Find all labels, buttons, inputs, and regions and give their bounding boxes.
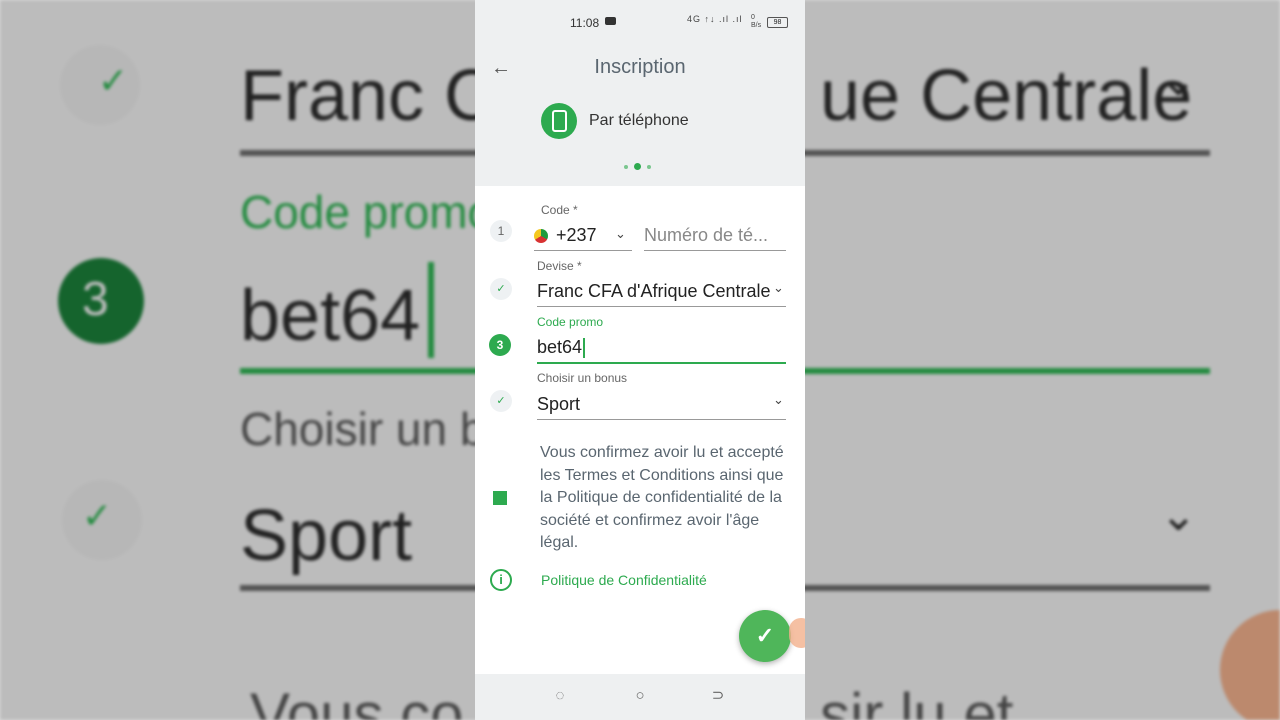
recent-apps-icon[interactable]: ◌ — [551, 687, 569, 705]
phone-screen: 11:08 4G ↑↓ .ıl .ıl 0 B/s 98 ← Inscripti… — [475, 0, 805, 720]
net-speed: 0 B/s — [751, 14, 762, 29]
method-label: Par téléphone — [589, 112, 689, 129]
bonus-select[interactable]: Sport — [537, 391, 786, 420]
chevron-down-icon[interactable]: ⌄ — [773, 392, 784, 408]
phone-icon — [541, 103, 577, 139]
status-bar: 11:08 4G ↑↓ .ıl .ıl 0 B/s 98 — [475, 0, 805, 44]
status-time: 11:08 — [570, 16, 600, 30]
back-nav-icon[interactable]: ⊃ — [709, 687, 727, 705]
pager-dot[interactable] — [647, 164, 651, 169]
info-icon: i — [490, 569, 512, 591]
currency-value: Franc CFA d'Afrique Centrale — [537, 281, 771, 301]
chevron-down-icon[interactable]: ⌄ — [615, 226, 626, 242]
chevron-down-icon[interactable]: ⌄ — [773, 280, 784, 296]
step-4-check-icon: ✓ — [490, 390, 512, 412]
terms-checkbox[interactable] — [493, 491, 507, 505]
system-nav-bar: ◌ ○ ⊃ — [475, 674, 805, 720]
confirm-button[interactable]: ✓ — [739, 610, 791, 662]
signal-icon: 4G ↑↓ .ıl .ıl — [687, 14, 743, 24]
registration-method[interactable]: Par téléphone — [541, 102, 689, 140]
terms-text: Vous confirmez avoir lu et accepté les T… — [540, 444, 784, 551]
page-title: Inscription — [594, 56, 686, 78]
promo-label: Code promo — [537, 315, 604, 329]
bonus-label: Choisir un bonus — [537, 371, 628, 385]
record-icon — [605, 17, 616, 25]
phone-placeholder: Numéro de té... — [644, 225, 769, 245]
bonus-value: Sport — [537, 394, 581, 414]
currency-label: Devise * — [537, 259, 582, 273]
check-icon: ✓ — [755, 623, 775, 648]
step-2-check-icon: ✓ — [490, 278, 512, 300]
pager-dots — [624, 163, 651, 170]
promo-value: bet64 — [537, 337, 583, 357]
currency-select[interactable]: Franc CFA d'Afrique Centrale — [537, 278, 786, 307]
battery-icon: 98 — [767, 17, 788, 28]
text-cursor — [583, 338, 586, 359]
cameroon-flag-icon — [534, 229, 548, 244]
floating-bubble-icon[interactable] — [789, 618, 805, 648]
registration-form: 1 Code * +237 ⌄ Numéro de té... ✓ Devise… — [475, 186, 805, 674]
step-1-indicator: 1 — [490, 220, 512, 242]
privacy-policy-link[interactable]: Politique de Confidentialité — [541, 572, 707, 588]
country-code-value: +237 — [556, 225, 597, 245]
pager-dot[interactable] — [624, 164, 628, 169]
pager-dot-active[interactable] — [634, 163, 641, 170]
code-label: Code * — [541, 203, 578, 217]
phone-number-input[interactable]: Numéro de té... — [644, 222, 786, 251]
header: ← Inscription — [475, 44, 805, 94]
step-3-indicator: 3 — [489, 334, 511, 356]
home-icon[interactable]: ○ — [631, 687, 649, 705]
promo-code-input[interactable]: bet64 — [537, 334, 786, 364]
